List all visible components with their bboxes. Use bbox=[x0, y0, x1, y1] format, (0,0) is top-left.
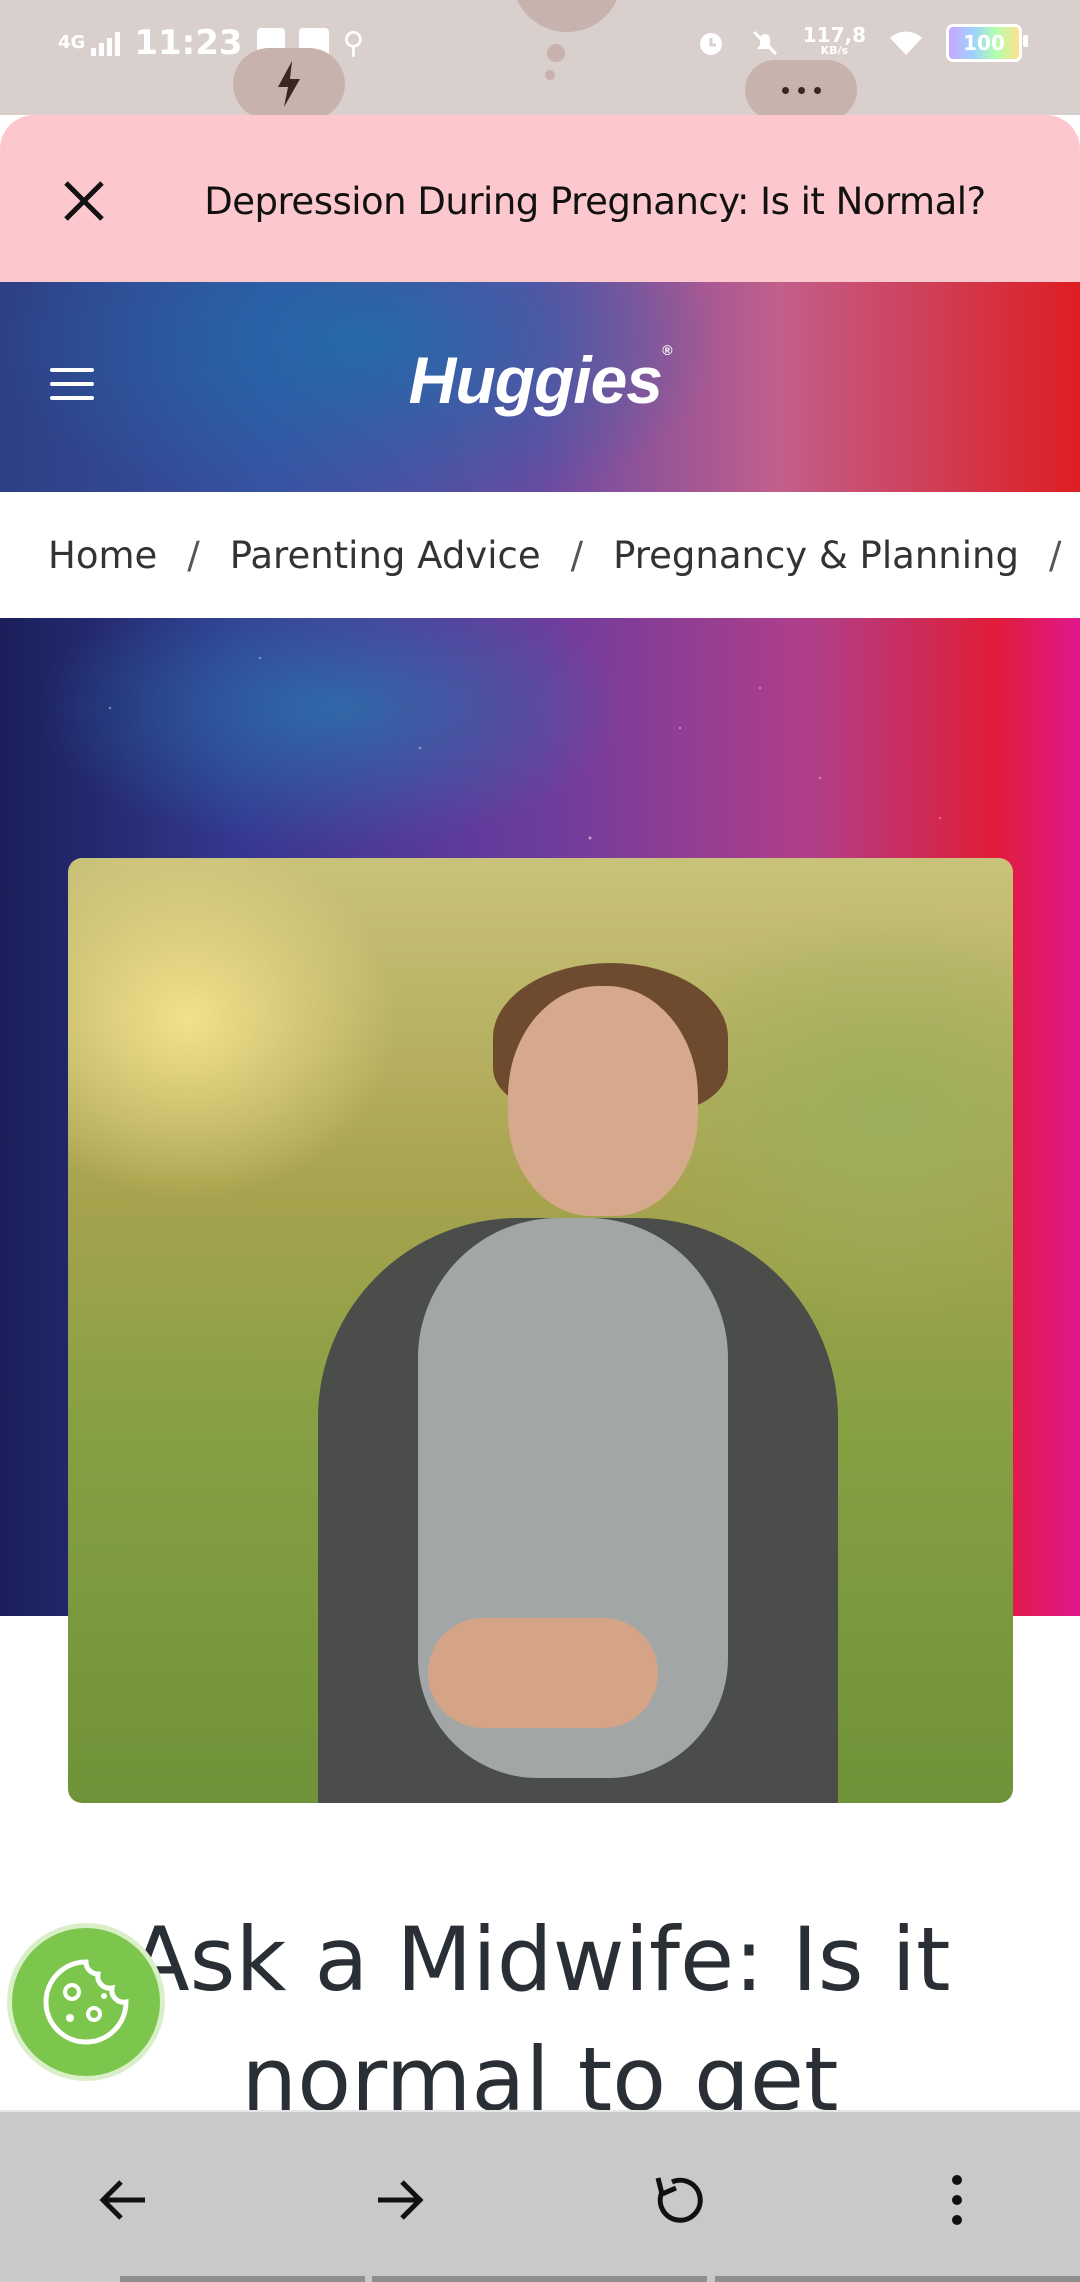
photo-hands bbox=[428, 1618, 658, 1728]
logo-text: Huggies bbox=[408, 343, 663, 417]
floating-bubble-dot bbox=[545, 70, 555, 80]
arrow-right-icon bbox=[378, 2180, 424, 2220]
hero-image bbox=[68, 858, 1013, 1803]
breadcrumb-list: Home / Parenting Advice / Pregnancy & Pl… bbox=[0, 534, 1080, 577]
breadcrumb-separator: / bbox=[1048, 533, 1062, 577]
article-title: Ask a Midwife: Is it normal to get bbox=[0, 1900, 1080, 2140]
cookie-icon bbox=[43, 1959, 129, 2045]
battery-icon: 100 bbox=[946, 24, 1028, 62]
network-type: 4G bbox=[58, 32, 86, 53]
breadcrumb-pregnancy-planning[interactable]: Pregnancy & Planning bbox=[613, 534, 1019, 577]
back-button[interactable] bbox=[83, 2160, 163, 2240]
arrow-left-icon bbox=[99, 2180, 145, 2220]
breadcrumb-home[interactable]: Home bbox=[48, 534, 157, 577]
battery-level: 100 bbox=[963, 31, 1005, 55]
dot-icon bbox=[781, 86, 789, 94]
close-button[interactable] bbox=[54, 171, 114, 231]
lightning-icon bbox=[278, 61, 300, 107]
huggies-logo[interactable]: Huggies® bbox=[0, 342, 1080, 418]
breadcrumb-separator: / bbox=[187, 533, 200, 577]
article-title-line1: Ask a Midwife: Is it bbox=[129, 1908, 951, 2011]
dot-icon bbox=[797, 86, 805, 94]
breadcrumb: Home / Parenting Advice / Pregnancy & Pl… bbox=[0, 492, 1080, 618]
more-vertical-icon bbox=[952, 2175, 962, 2225]
floating-bubble-dot bbox=[547, 44, 565, 62]
cookie-settings-button[interactable] bbox=[12, 1928, 160, 2076]
flash-bubble[interactable] bbox=[233, 48, 345, 120]
more-bubble[interactable] bbox=[745, 60, 857, 120]
more-options-button[interactable] bbox=[917, 2160, 997, 2240]
usb-icon: ⚲ bbox=[342, 25, 365, 61]
network-speed: 117,8 KB/s bbox=[802, 23, 866, 59]
alarm-icon bbox=[699, 33, 722, 55]
banner-title: Depression During Pregnancy: Is it Norma… bbox=[204, 179, 986, 223]
dot-icon bbox=[813, 86, 821, 94]
signal-icon bbox=[91, 30, 121, 56]
reload-icon bbox=[655, 2177, 703, 2223]
gesture-bar bbox=[0, 2274, 1080, 2282]
browser-bottom-bar bbox=[0, 2110, 1080, 2282]
wifi-icon bbox=[890, 31, 922, 55]
status-time: 11:23 bbox=[134, 23, 243, 63]
article-banner: Depression During Pregnancy: Is it Norma… bbox=[0, 115, 1080, 282]
forward-button[interactable] bbox=[360, 2160, 440, 2240]
reload-button[interactable] bbox=[638, 2160, 718, 2240]
close-icon bbox=[64, 181, 104, 221]
site-header: Huggies® bbox=[0, 282, 1080, 492]
photo-face bbox=[508, 986, 698, 1216]
breadcrumb-separator: / bbox=[570, 533, 584, 577]
status-right: 117,8 KB/s 100 bbox=[695, 18, 1028, 68]
mute-icon bbox=[752, 30, 777, 56]
breadcrumb-parenting-advice[interactable]: Parenting Advice bbox=[230, 534, 541, 577]
speed-value: 117,8 bbox=[802, 23, 866, 47]
